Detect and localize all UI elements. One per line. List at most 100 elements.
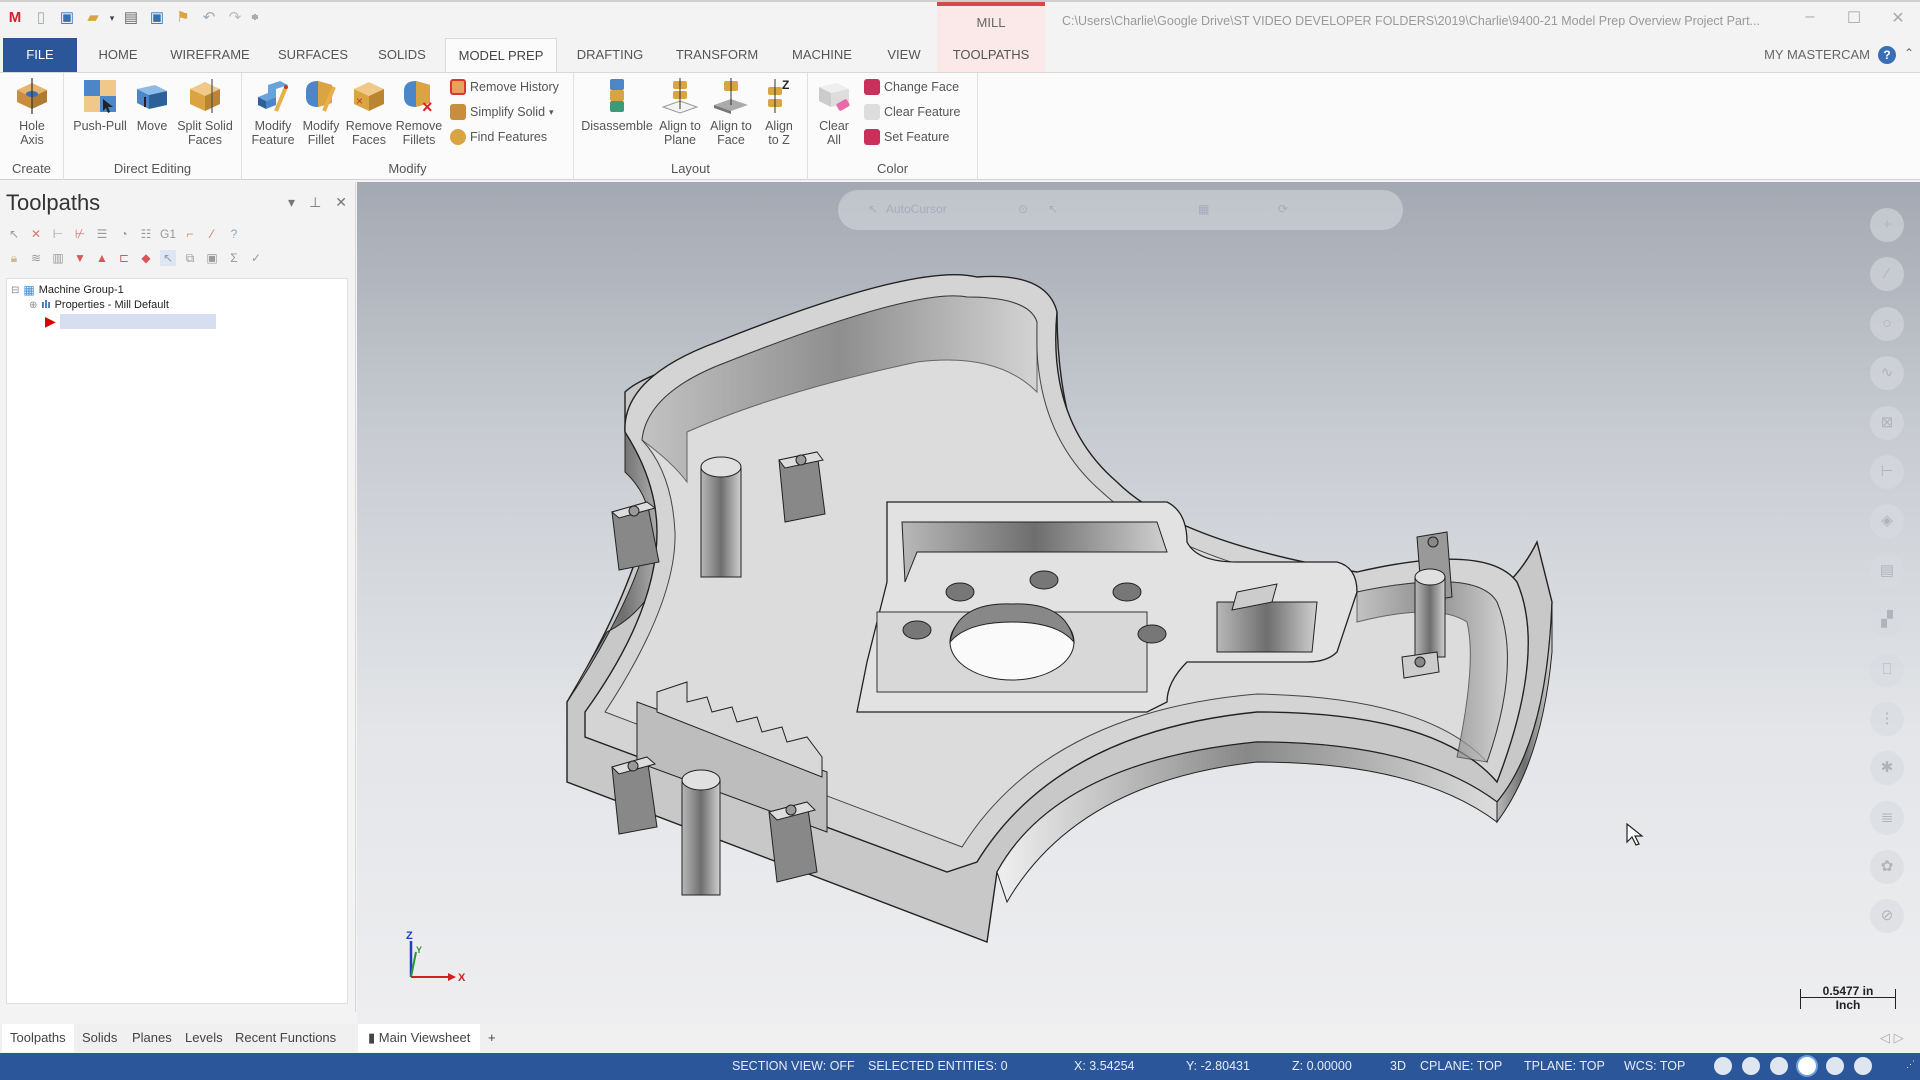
clear-feature-button[interactable]: Clear Feature	[864, 104, 960, 120]
copy-icon[interactable]: ⧉	[182, 250, 198, 266]
select-groups-icon[interactable]: ▞	[1870, 603, 1904, 638]
collapse-ribbon-icon[interactable]: ⌃	[1904, 46, 1914, 60]
new-operation-slot[interactable]	[59, 314, 216, 329]
minimize-icon[interactable]: –	[1788, 8, 1832, 28]
undo-icon[interactable]: ↶	[198, 8, 220, 28]
set-feature-button[interactable]: Set Feature	[864, 129, 949, 145]
hole-axis-button[interactable]: Hole Axis	[6, 77, 58, 147]
select-level-icon[interactable]: ≣	[1870, 800, 1904, 835]
rotate-selection-icon[interactable]: ⟳	[1278, 202, 1288, 216]
graphics-viewport[interactable]: ↖ AutoCursor ⊙ ↖ ▦ ⟳ + ⁄ ○ ∿ ⊠ ⊢ ◈ ▤ ▞ ⎕…	[357, 182, 1920, 1024]
section-view-status[interactable]: SECTION VIEW: OFF	[732, 1059, 855, 1073]
align-to-z-button[interactable]: Z Align to Z	[756, 77, 802, 147]
scroll-tabs-icon[interactable]: ◁ ▷	[1880, 1024, 1904, 1052]
pin-icon[interactable]: ⚑	[172, 8, 194, 28]
highfeed-icon[interactable]: ⁄	[204, 226, 220, 242]
tab-machine[interactable]: MACHINE	[784, 38, 860, 72]
bottom-tab-planes[interactable]: Planes	[132, 1024, 172, 1052]
align-to-face-button[interactable]: Align to Face	[706, 77, 756, 147]
autocursor-icon[interactable]: ↖	[868, 202, 878, 216]
disassemble-button[interactable]: Disassemble	[580, 77, 654, 133]
open-icon[interactable]: ▰	[82, 8, 104, 28]
select-dirty-icon[interactable]: ⊢	[50, 226, 66, 242]
select-all-icon[interactable]: +	[1870, 208, 1904, 242]
toggle-posting-icon[interactable]: ▥	[50, 250, 66, 266]
bottom-tab-toolpaths[interactable]: Toolpaths	[2, 1024, 74, 1052]
expand-icon[interactable]: ⊕	[29, 300, 37, 311]
select-points-icon[interactable]: ⋮	[1870, 701, 1904, 736]
tree-node-properties[interactable]: ⊕ ılı Properties - Mill Default	[29, 299, 169, 311]
panel-dropdown-icon[interactable]: ▾	[288, 194, 295, 211]
select-settings-icon[interactable]: ✿	[1870, 850, 1904, 885]
backplot-icon[interactable]: ☰	[94, 226, 110, 242]
3d-mode-toggle[interactable]: 3D	[1390, 1059, 1406, 1073]
tab-surfaces[interactable]: SURFACES	[272, 38, 354, 72]
tab-main-viewsheet[interactable]: ▮ Main Viewsheet	[358, 1024, 481, 1052]
remove-history-button[interactable]: Remove History	[450, 79, 559, 95]
bottom-tab-solids[interactable]: Solids	[82, 1024, 117, 1052]
split-solid-faces-button[interactable]: Split Solid Faces	[174, 77, 236, 147]
tab-model-prep[interactable]: MODEL PREP	[445, 38, 557, 72]
mastercam-logo-icon[interactable]: M	[4, 8, 26, 28]
select-splines-icon[interactable]: ∿	[1870, 356, 1904, 391]
modify-feature-button[interactable]: Modify Feature	[248, 77, 298, 147]
regenerate-icon[interactable]: ⊬	[72, 226, 88, 242]
autocursor-mode[interactable]: AutoCursor	[886, 202, 947, 216]
customize-qat-icon[interactable]: ≑	[250, 8, 260, 28]
shaded-icon[interactable]	[1826, 1057, 1844, 1075]
deselect-operations-icon[interactable]: ✕	[28, 226, 44, 242]
verify-icon[interactable]: ◔	[116, 226, 132, 242]
wireframe-shading-icon[interactable]	[1798, 1057, 1816, 1075]
lock-icon[interactable]: 🔒︎	[6, 250, 22, 266]
tab-transform[interactable]: TRANSFORM	[670, 38, 764, 72]
save-icon[interactable]: ▣	[56, 8, 78, 28]
dropdown-icon[interactable]: ▾	[108, 8, 116, 28]
toggle-display-icon[interactable]: ≋	[28, 250, 44, 266]
selection-tool-icon[interactable]: ⊙	[1018, 202, 1028, 216]
panel-close-icon[interactable]: ✕	[335, 194, 347, 211]
gview-iso-icon[interactable]	[1742, 1057, 1760, 1075]
z-coordinate[interactable]: Z: 0.00000	[1292, 1059, 1352, 1073]
tree-node-insert-arrow[interactable]: ▶	[45, 313, 216, 330]
select-results-icon[interactable]: ⎕	[1870, 652, 1904, 687]
insert-arrow-icon[interactable]: ⊏	[116, 250, 132, 266]
selection-bar[interactable]: ↖ AutoCursor ⊙ ↖ ▦ ⟳	[838, 190, 1403, 230]
save-as-icon[interactable]: ▣	[146, 8, 168, 28]
modify-fillet-button[interactable]: Modify Fillet	[298, 77, 344, 147]
simplify-solid-button[interactable]: Simplify Solid ▾	[450, 104, 554, 120]
tab-wireframe[interactable]: WIREFRAME	[164, 38, 256, 72]
select-arcs-icon[interactable]: ○	[1870, 306, 1904, 341]
remove-faces-button[interactable]: × Remove Faces	[344, 77, 394, 147]
select-dimensions-icon[interactable]: ⊢	[1870, 454, 1904, 489]
wcs-status[interactable]: WCS: TOP	[1624, 1059, 1685, 1073]
tab-drafting[interactable]: DRAFTING	[570, 38, 650, 72]
help-icon[interactable]: ?	[1878, 46, 1896, 64]
bottom-tab-levels[interactable]: Levels	[185, 1024, 223, 1052]
clear-all-button[interactable]: Clear All	[814, 77, 854, 147]
select-meshes-icon[interactable]: ▤	[1870, 553, 1904, 588]
print-icon[interactable]: ▤	[120, 8, 142, 28]
push-pull-button[interactable]: Push-Pull	[70, 77, 130, 133]
tplane-status[interactable]: TPLANE: TOP	[1524, 1059, 1605, 1073]
tab-file[interactable]: FILE	[3, 38, 77, 72]
panel-pin-icon[interactable]: ⊥	[309, 194, 321, 211]
gview-top-icon[interactable]	[1714, 1057, 1732, 1075]
maximize-icon[interactable]: ☐	[1832, 8, 1876, 28]
sigma-icon[interactable]: Σ	[226, 250, 242, 266]
remove-fillets-button[interactable]: × Remove Fillets	[394, 77, 444, 147]
resize-grip-icon[interactable]: ⋰	[1906, 1059, 1915, 1070]
add-viewsheet-button[interactable]: +	[488, 1024, 496, 1052]
tree-node-machine-group[interactable]: ⊟ ▦ Machine Group-1	[11, 283, 124, 297]
select-all-operations-icon[interactable]: ↖	[6, 226, 22, 242]
move-down-icon[interactable]: ▼	[72, 250, 88, 266]
toolpath-path-icon[interactable]: ⌐	[182, 226, 198, 242]
tab-home[interactable]: HOME	[88, 38, 148, 72]
align-to-plane-button[interactable]: Align to Plane	[654, 77, 706, 147]
move-up-icon[interactable]: ▲	[94, 250, 110, 266]
verify-selection-icon[interactable]: ▦	[1198, 202, 1209, 216]
select-surfaces-icon[interactable]: ⊠	[1870, 405, 1904, 440]
new-file-icon[interactable]: ▯	[30, 8, 52, 28]
filter-icon[interactable]: ✓	[248, 250, 264, 266]
collapse-icon[interactable]: ⊟	[11, 285, 19, 296]
change-face-button[interactable]: Change Face	[864, 79, 959, 95]
